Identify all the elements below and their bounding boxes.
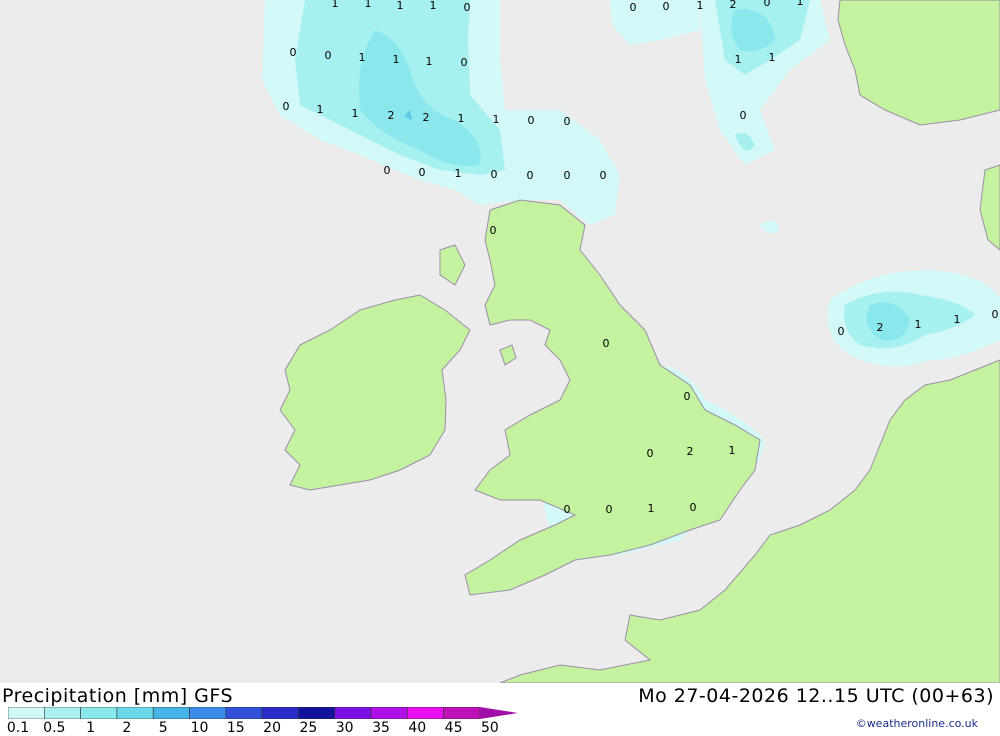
scale-tick-label: 20	[263, 720, 282, 736]
precip-value-label: 1	[332, 0, 339, 10]
precip-value-label: 0	[290, 46, 297, 59]
precip-value-label: 1	[735, 53, 742, 66]
scale-tick-label: 10	[190, 720, 209, 736]
scale-arrow	[479, 707, 518, 719]
precip-value-label: 1	[769, 51, 776, 64]
scale-tick-label: 25	[299, 720, 318, 736]
precip-value-label: 0	[528, 114, 535, 127]
map-footer: Precipitation [mm] GFS Mo 27-04-2026 12.…	[0, 683, 1000, 736]
precip-value-label: 0	[464, 1, 471, 14]
precipitation-map[interactable]: 1 1 1 1 0 0 0 1 1 1 0 0 1 1 2 2 1 1 0 0 0 0 1 0 0 0 0 0 1 0 0 2 0 1 1 1 0 0 2 1…	[0, 0, 1000, 683]
precip-value-label: 0	[663, 0, 670, 13]
precip-value-label: 1	[458, 112, 465, 125]
precip-value-label: 0	[419, 166, 426, 179]
precip-value-label: 0	[491, 168, 498, 181]
scale-swatch	[298, 707, 335, 719]
precip-value-label: 1	[954, 313, 961, 326]
scale-tick-label: 50	[480, 720, 499, 736]
precip-value-label: 2	[423, 111, 430, 124]
precip-value-label: 2	[687, 445, 694, 458]
precip-value-label: 0	[690, 501, 697, 514]
precip-value-label: 0	[564, 115, 571, 128]
precip-value-label: 0	[564, 169, 571, 182]
scale-swatch	[116, 707, 154, 719]
precip-value-label: 1	[455, 167, 462, 180]
precip-value-label: 0	[461, 56, 468, 69]
precip-value-label: 1	[317, 103, 324, 116]
precip-value-label: 0	[764, 0, 771, 9]
forecast-datetime: Mo 27-04-2026 12..15 UTC (00+63)	[638, 685, 994, 707]
precip-value-label: 0	[647, 447, 654, 460]
scale-swatch	[43, 707, 81, 719]
precip-value-label: 0	[384, 164, 391, 177]
map-title: Precipitation [mm] GFS	[2, 685, 234, 707]
precip-value-label: 0	[325, 49, 332, 62]
precip-value-label: 1	[697, 0, 704, 12]
scale-tick-label: 1	[86, 720, 96, 736]
scale-tick-label: 5	[158, 720, 168, 736]
scale-tick-label: 0.1	[6, 720, 30, 736]
scale-swatch	[80, 707, 118, 719]
precip-value-label: 0	[740, 109, 747, 122]
precip-value-label: 2	[730, 0, 737, 11]
scale-tick-label: 35	[372, 720, 390, 736]
precip-value-label: 0	[838, 325, 845, 338]
precip-value-label: 0	[600, 169, 607, 182]
scale-tick-label: 30	[335, 720, 354, 736]
precip-value-label: 1	[393, 53, 400, 66]
precip-value-label: 0	[630, 1, 637, 14]
scale-swatch	[406, 707, 444, 719]
precip-value-label: 1	[493, 113, 500, 126]
precip-value-label: 0	[603, 337, 610, 350]
precip-value-label: 1	[648, 502, 655, 515]
precip-value-label: 0	[490, 224, 497, 237]
precip-value-label: 0	[992, 308, 999, 321]
scale-swatch	[370, 707, 408, 719]
precip-color-scale	[8, 707, 518, 719]
precip-value-label: 0	[283, 100, 290, 113]
precip-value-label: 1	[915, 318, 922, 331]
scale-swatch	[152, 707, 190, 719]
precip-value-label: 0	[527, 169, 534, 182]
precip-value-label: 2	[877, 321, 884, 334]
precip-value-label: 1	[352, 107, 359, 120]
scale-swatch	[261, 707, 299, 719]
precip-value-label: 2	[388, 109, 395, 122]
scale-tick-label: 2	[122, 720, 132, 736]
scale-tick-label: 0.5	[43, 720, 66, 736]
scale-tick-label: 15	[226, 720, 245, 736]
scale-swatch	[225, 707, 263, 719]
precip-value-label: 0	[564, 503, 571, 516]
precip-value-label: 1	[397, 0, 404, 12]
credit-link[interactable]: ©weatheronline.co.uk	[856, 717, 978, 730]
precip-value-label: 0	[684, 390, 691, 403]
scale-swatch	[189, 707, 227, 719]
precip-value-label: 1	[797, 0, 804, 8]
precip-value-label: 1	[365, 0, 372, 10]
precip-value-label: 1	[729, 444, 736, 457]
scale-swatch	[334, 707, 372, 719]
precip-value-label: 0	[606, 503, 613, 516]
precip-value-label: 1	[430, 0, 437, 12]
scale-tick-label: 40	[408, 720, 427, 736]
scale-swatch	[443, 707, 481, 719]
precip-value-label: 1	[426, 55, 433, 68]
scale-swatch	[8, 707, 45, 719]
precip-value-label: 1	[359, 51, 366, 64]
scale-tick-label: 45	[444, 720, 463, 736]
